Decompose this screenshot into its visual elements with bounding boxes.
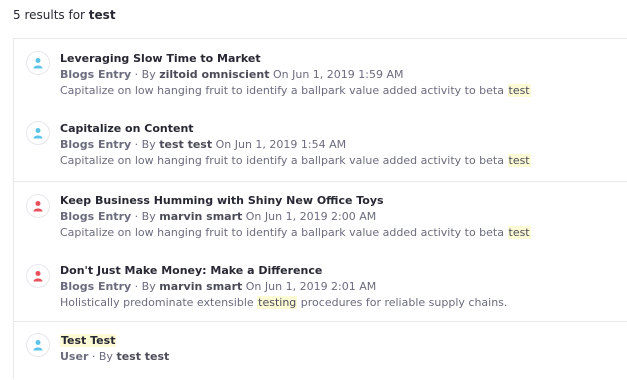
results-summary: 5 results for test <box>13 8 116 22</box>
result-snippet: Holistically predominate extensible test… <box>60 296 507 309</box>
result-meta: Blogs Entry · By ziltoid omniscient On J… <box>60 68 404 81</box>
snippet-text: Capitalize on low hanging fruit to ident… <box>60 84 504 97</box>
result-item[interactable]: Leveraging Slow Time to Market Blogs Ent… <box>14 39 627 109</box>
result-title-link[interactable]: Keep Business Humming with Shiny New Off… <box>60 194 384 207</box>
result-item[interactable]: Capitalize on Content Blogs Entry · By t… <box>14 109 627 181</box>
result-date: On Jun 1, 2019 2:00 AM <box>245 210 377 223</box>
result-snippet: Capitalize on low hanging fruit to ident… <box>60 226 531 239</box>
result-author: marvin smart <box>159 210 243 223</box>
snippet-text: Capitalize on low hanging fruit to ident… <box>60 154 504 167</box>
result-type: Blogs Entry <box>60 280 132 293</box>
result-item[interactable]: Test Test User · By test test <box>14 322 627 379</box>
result-title-link[interactable]: Don't Just Make Money: Make a Difference <box>60 264 322 277</box>
snippet-highlight: test <box>507 154 531 167</box>
user-icon <box>26 51 50 75</box>
user-icon <box>26 194 50 218</box>
result-snippet: Capitalize on low hanging fruit to ident… <box>60 84 531 97</box>
by-label: By <box>141 210 156 223</box>
result-type: User <box>60 350 89 363</box>
result-author: test test <box>116 350 170 363</box>
result-meta: Blogs Entry · By marvin smart On Jun 1, … <box>60 210 377 223</box>
result-date: On Jun 1, 2019 1:59 AM <box>272 68 404 81</box>
result-author: test test <box>159 138 213 151</box>
result-meta: Blogs Entry · By test test On Jun 1, 201… <box>60 138 347 151</box>
snippet-text: procedures for reliable supply chains. <box>300 296 508 309</box>
by-label: By <box>98 350 113 363</box>
result-author: marvin smart <box>159 280 243 293</box>
result-type: Blogs Entry <box>60 68 132 81</box>
result-snippet: Capitalize on low hanging fruit to ident… <box>60 154 531 167</box>
user-icon <box>26 333 50 357</box>
result-item[interactable]: Don't Just Make Money: Make a Difference… <box>14 252 627 321</box>
snippet-highlight: test <box>507 84 531 97</box>
user-icon <box>26 264 50 288</box>
user-icon <box>26 121 50 145</box>
result-author: ziltoid omniscient <box>159 68 270 81</box>
by-label: By <box>141 138 156 151</box>
result-item[interactable]: Keep Business Humming with Shiny New Off… <box>14 182 627 252</box>
title-highlight: Test Test <box>60 334 117 347</box>
snippet-highlight: testing <box>257 296 298 309</box>
result-title-link[interactable]: Test Test <box>60 334 117 347</box>
result-type: Blogs Entry <box>60 210 132 223</box>
snippet-text: Capitalize on low hanging fruit to ident… <box>60 226 504 239</box>
by-label: By <box>141 68 156 81</box>
search-results-list: Leveraging Slow Time to Market Blogs Ent… <box>13 38 627 379</box>
results-count-text: 5 results for <box>13 8 85 22</box>
by-label: By <box>141 280 156 293</box>
result-meta: User · By test test <box>60 350 170 363</box>
result-date: On Jun 1, 2019 1:54 AM <box>215 138 347 151</box>
result-meta: Blogs Entry · By marvin smart On Jun 1, … <box>60 280 377 293</box>
snippet-highlight: test <box>507 226 531 239</box>
result-date: On Jun 1, 2019 2:01 AM <box>245 280 377 293</box>
snippet-text: Holistically predominate extensible <box>60 296 254 309</box>
result-type: Blogs Entry <box>60 138 132 151</box>
result-title-link[interactable]: Leveraging Slow Time to Market <box>60 52 261 65</box>
result-title-link[interactable]: Capitalize on Content <box>60 122 194 135</box>
search-query: test <box>88 8 116 22</box>
